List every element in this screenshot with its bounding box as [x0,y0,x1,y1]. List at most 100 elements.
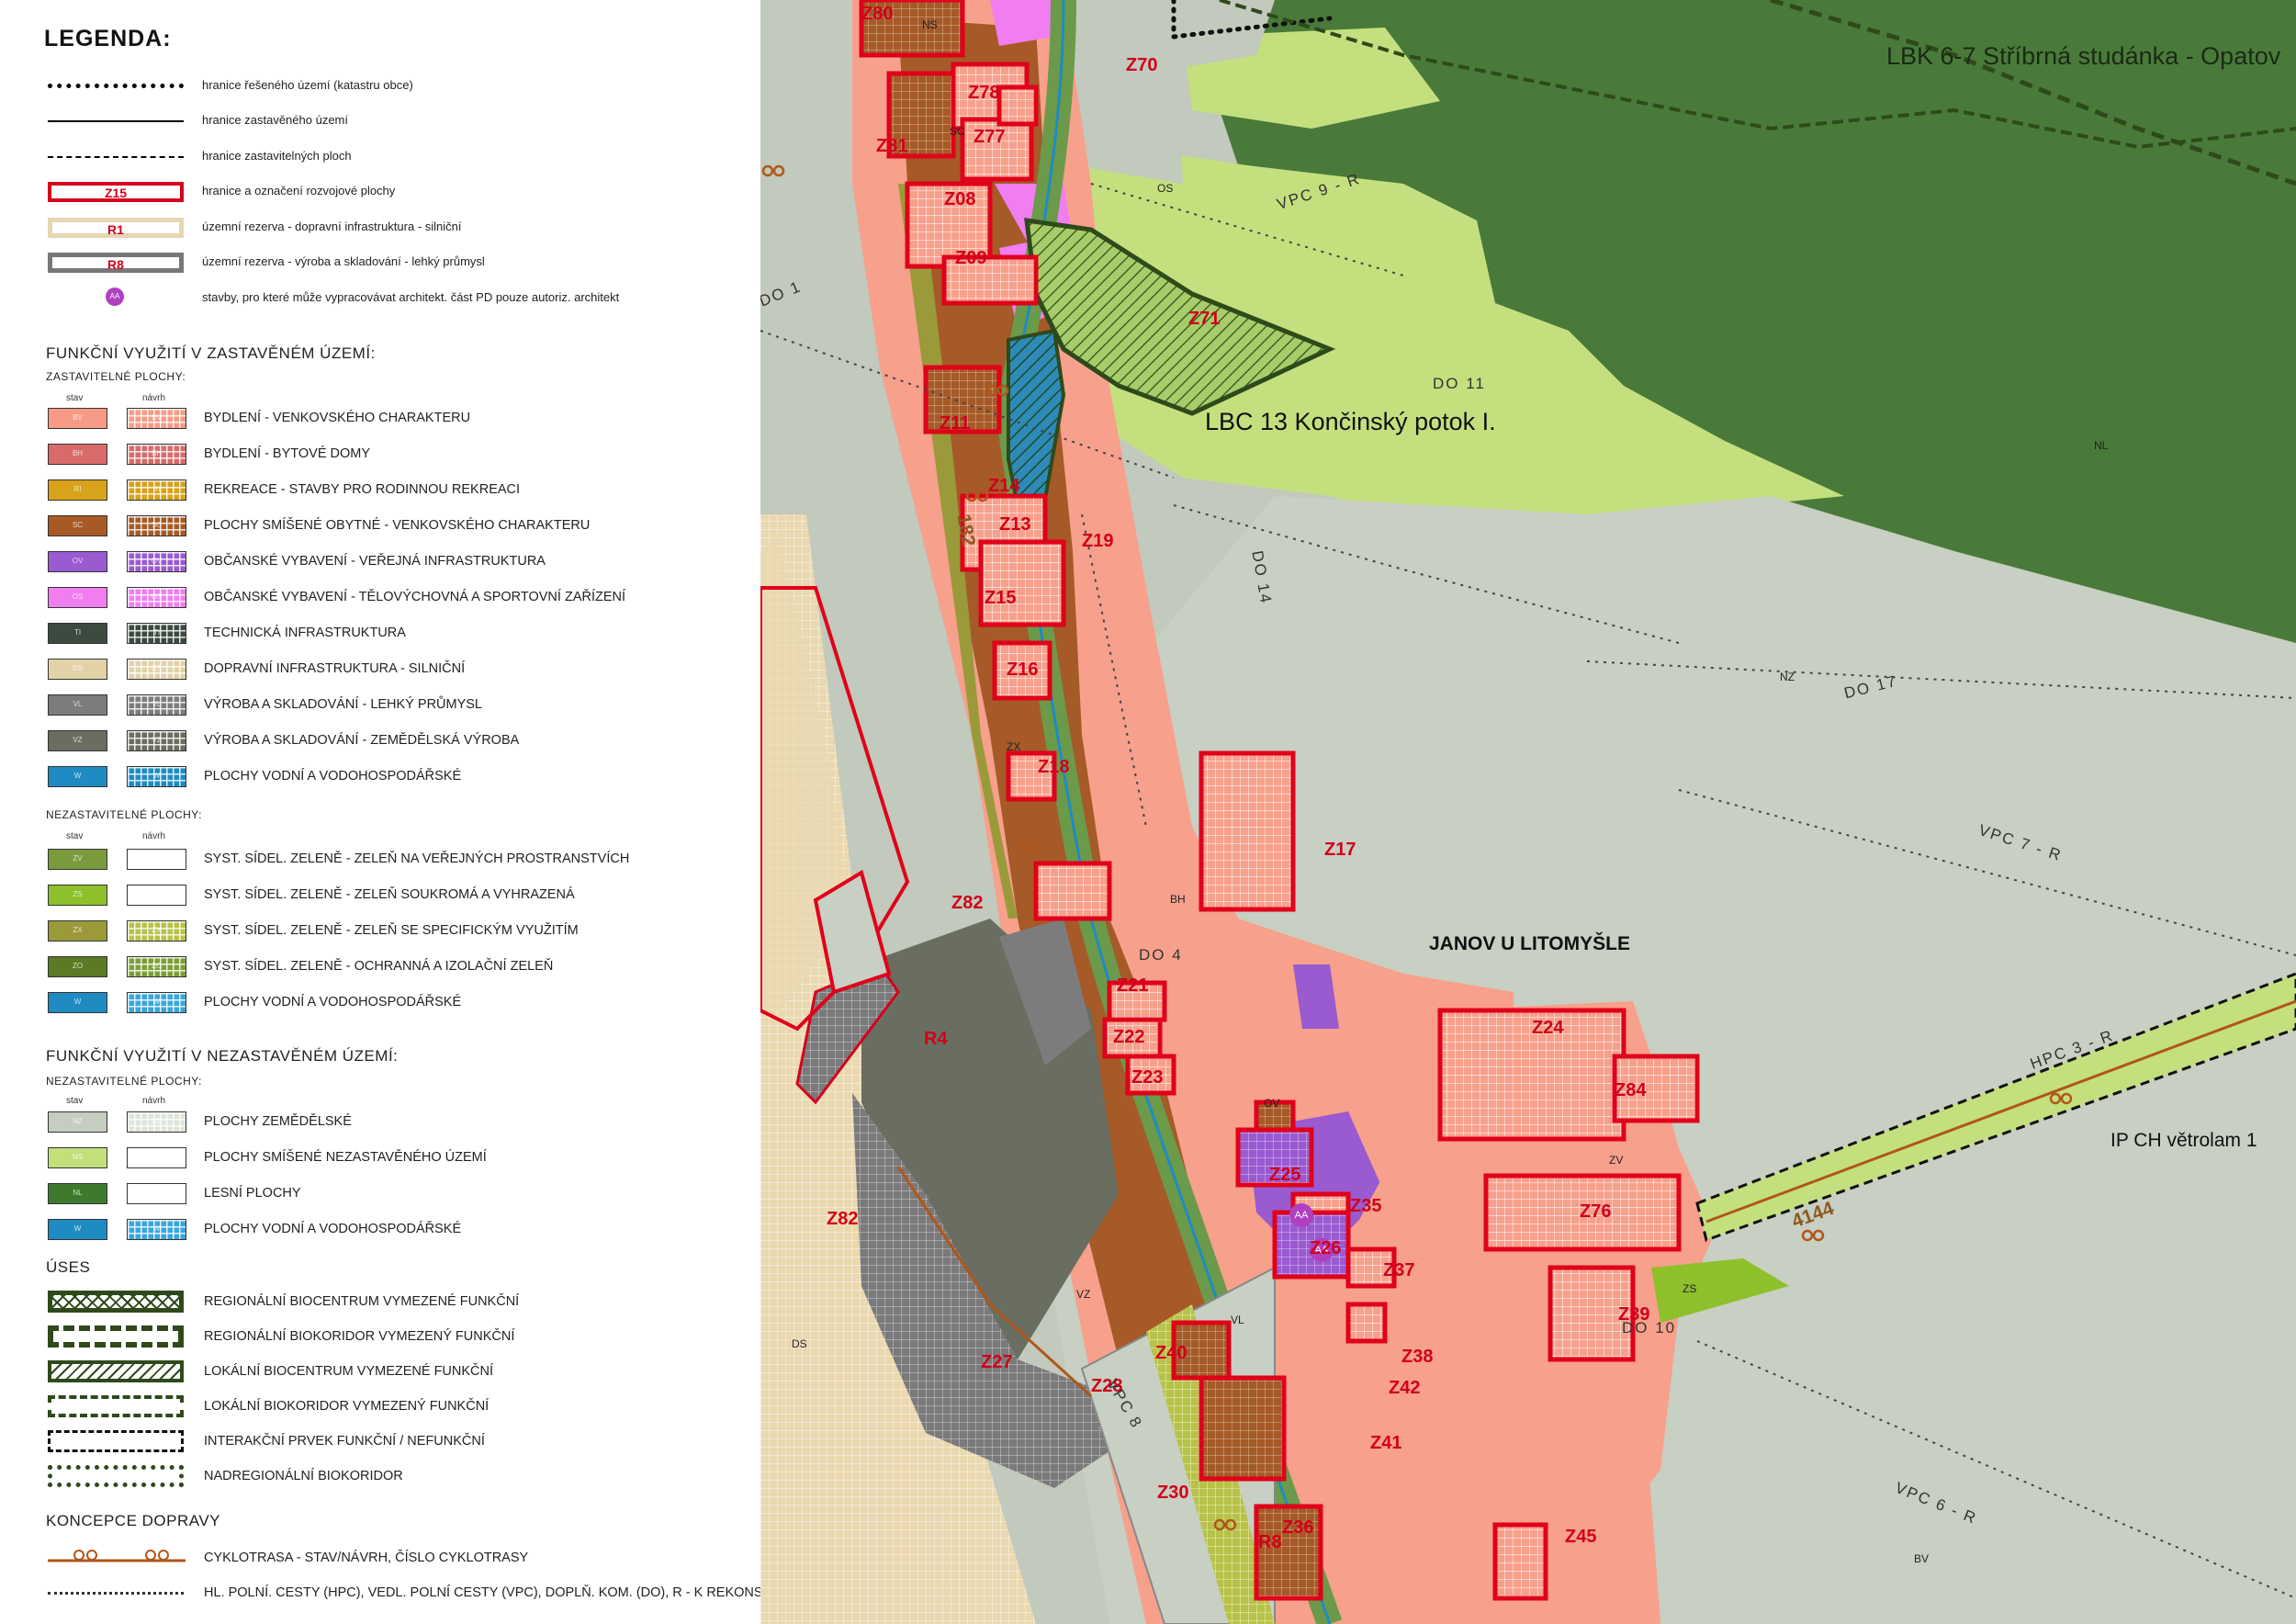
swatch-proposed [127,849,186,870]
dotted-symbol [48,1465,184,1487]
swatch-proposed: NZ [127,1111,186,1133]
land-code-vz: VZ [1076,1288,1091,1301]
swatch-existing: W [48,992,107,1013]
zone-label-z21: Z21 [1117,976,1149,996]
legend-row-ns: NS PLOCHY SMÍŠENÉ NEZASTAVĚNÉHO ÚZEMÍ [0,1145,760,1171]
legend-label: REGIONÁLNÍ BIOCENTRUM VYMEZENÉ FUNKČNÍ [204,1294,520,1309]
legend-label: hranice zastavěného území [202,113,348,127]
zone-label-z42: Z42 [1389,1378,1421,1398]
section-title: FUNKČNÍ VYUŽITÍ V NEZASTAVĚNÉM ÚZEMÍ: [46,1047,399,1065]
zone-label-z08: Z08 [944,189,976,209]
legend-row-cadastre-boundary: hranice řešeného území (katastru obce) [0,73,760,99]
land-code-sc: SC [950,125,965,138]
land-code-vl: VL [1231,1314,1244,1326]
swatch-proposed [127,1147,186,1168]
plot-z41[interactable] [1199,1375,1287,1482]
legend-row-zo: ZO ZO SYST. SÍDEL. ZELENĚ - OCHRANNÁ A IZO… [0,954,760,980]
land-use-map[interactable]: AA AA LBK 6-7 Stříbrná studánka - Opatov… [760,0,2296,1624]
legend-label: PLOCHY ZEMĚDĚLSKÉ [204,1114,352,1129]
plot-z45[interactable] [1492,1522,1548,1601]
red-box-symbol: Z15 [48,182,184,202]
swatch-proposed: TI [127,623,186,644]
legend-label: VÝROBA A SKLADOVÁNÍ - ZEMĚDĚLSKÁ VÝROBA [204,733,520,748]
legend-label: OBČANSKÉ VYBAVENÍ - VEŘEJNÁ INFRASTRUKTU… [204,554,546,569]
plot-z15[interactable] [978,539,1066,627]
swatch-existing: W [48,766,107,787]
zone-label-z76: Z76 [1580,1201,1612,1222]
land-code-zs: ZS [1683,1282,1697,1295]
hatch-symbol [48,1360,184,1382]
legend-row-transport-reserve: R1 územní rezerva - dopravní infrastrukt… [0,215,760,241]
field-path-symbol [48,1592,184,1595]
legend-row-uses: REGIONÁLNÍ BIOCENTRUM VYMEZENÉ FUNKČNÍ [0,1290,760,1315]
zone-label-z17: Z17 [1324,840,1356,860]
section-title: ÚSES [46,1258,91,1276]
legend-row-field-path: HL. POLNÍ. CESTY (HPC), VEDL. POLNÍ CEST… [0,1581,760,1607]
swatch-existing: VZ [48,730,107,751]
legend-row-cycle: CYKLOTRASA - STAV/NÁVRH, ČÍSLO CYKLOTRAS… [0,1546,760,1572]
swatch-existing: OV [48,551,107,572]
column-label-navrh: návrh [142,1096,166,1106]
zone-label-z19: Z19 [1082,531,1114,551]
legend-row-uses: REGIONÁLNÍ BIOKORIDOR VYMEZENÝ FUNKČNÍ [0,1325,760,1350]
dash-black-symbol [48,1430,184,1452]
land-code-bh: BH [1170,893,1186,906]
map-legend: LEGENDA: hranice řešeného území (katastr… [0,0,760,1624]
legend-label: SYST. SÍDEL. ZELENĚ - OCHRANNÁ A IZOLAČN… [204,959,554,974]
plot-z80[interactable] [1033,861,1112,921]
grey-box-symbol: R8 [48,253,184,273]
reserve-label-r8: R8 [1258,1532,1282,1552]
legend-label: stavby, pro které může vypracovávat arch… [202,290,620,304]
swatch-proposed: BV [127,408,186,429]
swatch-existing: BH [48,444,107,465]
swatch-existing: RI [48,479,107,501]
zone-label-z70: Z70 [1126,55,1158,75]
legend-label: hranice a označení rozvojové plochy [202,184,396,197]
legend-label: INTERAKČNÍ PRVEK FUNKČNÍ / NEFUNKČNÍ [204,1434,485,1449]
column-label-navrh: návrh [142,393,166,403]
swatch-existing: ZV [48,849,107,870]
legend-label: SYST. SÍDEL. ZELENĚ - ZELEŇ SE SPECIFICK… [204,923,579,938]
zone-label-z80: Z80 [861,4,894,24]
legend-row-development-area: Z15 hranice a označení rozvojové plochy [0,179,760,205]
legend-row-zv: ZV SYST. SÍDEL. ZELENĚ - ZELEŇ NA VEŘEJNÝ… [0,847,760,873]
legend-label: hranice zastavitelných ploch [202,149,352,163]
swatch-proposed: W [127,992,186,1013]
legend-label: SYST. SÍDEL. ZELENĚ - ZELEŇ NA VEŘEJNÝCH… [204,851,630,866]
land-code-zv: ZV [1609,1154,1624,1167]
legend-row-w: W W PLOCHY VODNÍ A VODOHOSPODÁŘSKÉ [0,1217,760,1243]
zone-label-z82-south: Z82 [827,1209,859,1229]
ipch-label: IP CH větrolam 1 [2110,1130,2257,1151]
legend-row-built-boundary: hranice zastavěného území [0,108,760,134]
zone-label-z13: Z13 [999,514,1031,535]
legend-row-ti: TI TI TECHNICKÁ INFRASTRUKTURA [0,621,760,647]
zone-label-z22: Z22 [1113,1027,1145,1047]
legend-label: REKREACE - STAVBY PRO RODINNOU REKREACI [204,482,521,497]
swatch-existing: ZX [48,920,107,942]
swatch-existing: DS [48,659,107,680]
legend-row-nl: NL LESNÍ PLOCHY [0,1181,760,1207]
plot-z38[interactable] [1345,1302,1388,1344]
swatch-existing: TI [48,623,107,644]
legend-label: LESNÍ PLOCHY [204,1186,301,1201]
swatch-proposed: BH [127,444,186,465]
legend-row-ov: OV OV OBČANSKÉ VYBAVENÍ - VEŘEJNÁ INFRASTR… [0,549,760,575]
legend-row-uses: NADREGIONÁLNÍ BIOKORIDOR [0,1464,760,1490]
dash-symbol [48,1395,184,1417]
swatch-existing: SC [48,515,107,536]
aa-marker-icon[interactable]: AA [1289,1203,1313,1227]
zone-label-z71: Z71 [1188,309,1221,329]
land-code-os: OS [1157,182,1174,195]
legend-label: OBČANSKÉ VYBAVENÍ - TĚLOVÝCHOVNÁ A SPORT… [204,590,626,604]
plot-z17[interactable] [1199,750,1296,912]
map-canvas[interactable] [760,0,2296,1624]
land-code-nl: NL [2094,439,2109,452]
thick-dash-symbol [48,1325,184,1348]
legend-row-sc: SC SC PLOCHY SMÍŠENÉ OBYTNÉ - VENKOVSKÉHO … [0,513,760,539]
legend-row-uses: LOKÁLNÍ BIOCENTRUM VYMEZENÉ FUNKČNÍ [0,1359,760,1385]
swatch-existing: NL [48,1183,107,1204]
path-label: DO 10 [1622,1319,1677,1336]
plot-z77b[interactable] [996,85,1039,127]
legend-label: TECHNICKÁ INFRASTRUKTURA [204,626,406,640]
path-label: DO 11 [1433,375,1486,392]
